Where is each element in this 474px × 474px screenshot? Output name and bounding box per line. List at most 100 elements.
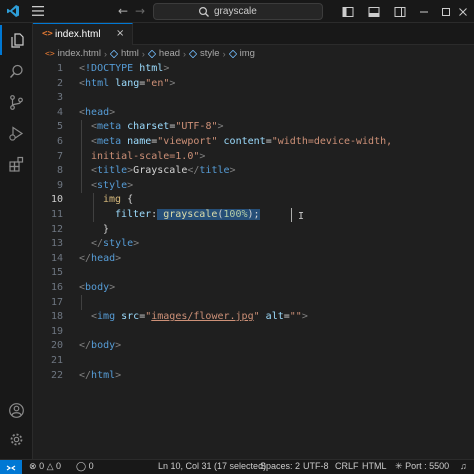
line-number: 3 <box>56 92 63 104</box>
indent-guide <box>81 120 82 193</box>
src-link[interactable]: images/flower.jpg <box>151 311 253 322</box>
run-debug-icon[interactable] <box>0 118 33 148</box>
code-line: } <box>103 223 110 235</box>
line-number: 14 <box>50 252 63 264</box>
hamburger-menu-icon[interactable] <box>30 4 46 18</box>
text-selection: grayscale(100%); <box>157 209 260 220</box>
line-number: 2 <box>56 77 63 89</box>
element-icon <box>228 49 237 58</box>
notifications-bell-icon[interactable]: ♫ <box>460 461 467 471</box>
text-cursor <box>291 208 292 223</box>
settings-gear-icon[interactable] <box>0 424 33 454</box>
code-line: <head> <box>79 106 116 118</box>
code-line: <body> <box>79 282 116 293</box>
html-file-icon: <> <box>42 29 53 39</box>
line-number: 5 <box>56 121 63 133</box>
line-number: 13 <box>50 238 63 250</box>
command-center-search[interactable]: grayscale <box>153 3 323 20</box>
extensions-icon[interactable] <box>0 149 33 179</box>
element-icon <box>109 49 119 58</box>
mouse-ibeam-cursor: I <box>298 211 305 222</box>
indent-guide <box>93 193 94 222</box>
html-file-icon: <> <box>45 49 55 58</box>
code-line-active: filter: grayscale(100%); <box>115 209 260 220</box>
chevron-right-icon: › <box>222 48 226 59</box>
breadcrumb-style[interactable]: style <box>188 48 220 59</box>
remote-indicator-icon[interactable] <box>0 460 22 474</box>
line-number: 15 <box>50 267 63 279</box>
element-icon <box>147 49 157 58</box>
broadcast-icon: ◯ <box>76 461 87 471</box>
chevron-right-icon: › <box>183 48 187 59</box>
broadcast-icon: ✳ <box>395 461 403 471</box>
activity-bar <box>0 23 33 459</box>
explorer-icon[interactable] <box>0 25 33 55</box>
breadcrumb-head[interactable]: head <box>147 48 180 59</box>
language-mode[interactable]: HTML <box>362 461 387 471</box>
line-number: 12 <box>50 223 63 235</box>
breadcrumb-img[interactable]: img <box>228 48 255 59</box>
code-line: <title>Grayscale</title> <box>91 165 236 177</box>
warning-icon: △ <box>46 461 54 471</box>
code-line: <html lang="en"> <box>79 77 176 89</box>
code-line-wrapped: initial-scale=1.0"> <box>91 150 206 162</box>
line-number: 16 <box>50 282 63 293</box>
end-of-line[interactable]: CRLF <box>335 461 359 471</box>
layout-toggle-icon[interactable] <box>334 0 362 23</box>
arrow-left-icon[interactable]: ← <box>118 4 128 18</box>
code-line: <img src="images/flower.jpg" alt=""> <box>91 311 308 323</box>
status-bar: ⊗ 0 △ 0 ◯ 0 Ln 10, Col 31 (17 selected) … <box>0 459 474 474</box>
breadcrumb-file[interactable]: <> index.html <box>45 48 101 59</box>
close-window-icon[interactable] <box>452 0 474 23</box>
info-indicator[interactable]: ◯ 0 <box>76 461 94 472</box>
account-icon[interactable] <box>0 395 33 425</box>
breadcrumb: <> index.html › html › head › style › img <box>33 45 474 62</box>
title-bar: ← → grayscale <box>0 0 474 23</box>
code-line: </style> <box>91 238 140 250</box>
encoding[interactable]: UTF-8 <box>303 461 329 471</box>
code-line: </head> <box>79 252 122 264</box>
breadcrumb-html[interactable]: html <box>109 48 139 59</box>
code-line: <meta name="viewport" content="width=dev… <box>91 136 393 147</box>
vscode-logo-icon <box>7 5 19 17</box>
cursor-position[interactable]: Ln 10, Col 31 (17 selected) <box>158 461 266 471</box>
indent-guide <box>81 295 82 310</box>
live-server-port[interactable]: ✳ Port : 5500 <box>395 461 449 472</box>
search-text: grayscale <box>214 6 257 17</box>
code-line: <!DOCTYPE html> <box>79 63 170 74</box>
chevron-right-icon: › <box>103 48 107 59</box>
tab-index-html[interactable]: <> index.html × <box>33 23 133 45</box>
line-number: 18 <box>50 311 63 323</box>
problems-indicator[interactable]: ⊗ 0 △ 0 <box>29 461 61 472</box>
search-icon[interactable] <box>0 56 33 86</box>
code-editor[interactable]: 1 2 3 4 5 6 7 8 9 10 11 12 13 14 15 16 1… <box>33 62 474 459</box>
line-number: 21 <box>50 355 63 366</box>
panel-toggle-icon[interactable] <box>360 0 388 23</box>
code-line: </html> <box>79 369 122 381</box>
tab-label: index.html <box>55 29 101 40</box>
code-line: img { <box>103 194 134 206</box>
code-line: <meta charset="UTF-8"> <box>91 121 224 133</box>
indentation[interactable]: Spaces: 2 <box>260 461 300 471</box>
line-number: 1 <box>56 63 63 74</box>
line-number: 8 <box>56 165 63 177</box>
line-number: 19 <box>50 325 63 337</box>
editor-tab-bar: <> index.html × <box>33 23 474 45</box>
line-number: 22 <box>50 369 63 381</box>
source-control-icon[interactable] <box>0 87 33 117</box>
code-line: <style> <box>91 179 134 191</box>
chevron-right-icon: › <box>141 48 145 59</box>
arrow-right-icon[interactable]: → <box>135 4 145 18</box>
code-line: </body> <box>79 340 122 352</box>
close-tab-icon[interactable]: × <box>116 28 124 39</box>
line-number: 11 <box>50 209 63 220</box>
search-icon <box>198 6 209 17</box>
element-icon <box>188 49 198 58</box>
line-number-active: 10 <box>50 194 63 206</box>
line-number: 17 <box>50 296 63 308</box>
line-number: 6 <box>56 136 63 147</box>
line-number: 4 <box>56 106 63 118</box>
line-number: 20 <box>50 340 63 352</box>
line-number: 7 <box>56 150 63 162</box>
error-icon: ⊗ <box>29 461 37 471</box>
